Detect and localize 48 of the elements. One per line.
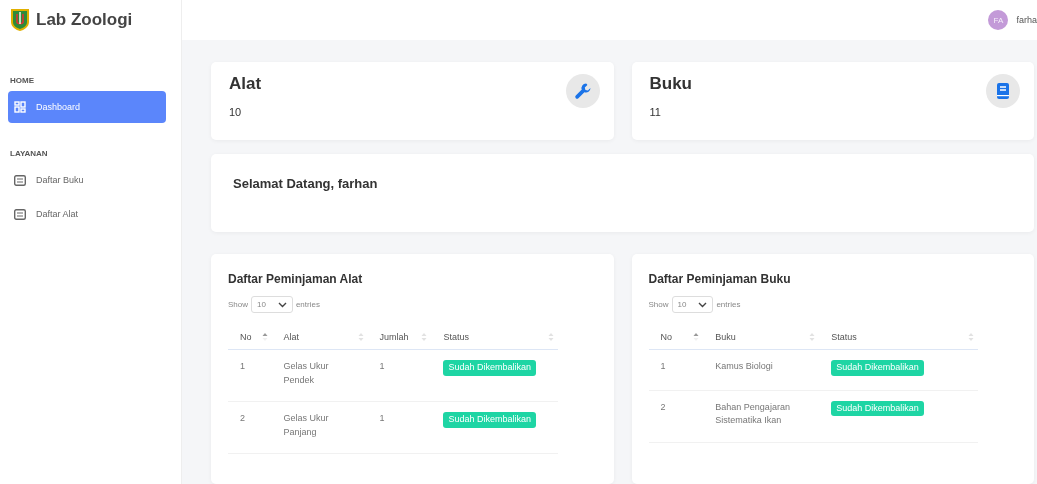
list-icon	[14, 208, 26, 220]
table-cell-text: Bahan Pengajaran Sistematika Ikan	[715, 400, 791, 428]
grid-icon	[14, 101, 26, 113]
list-icon	[14, 174, 26, 186]
entries-label: entries	[716, 300, 741, 309]
table-cell: 1	[240, 361, 245, 371]
table-cell-text: Gelas Ukur Panjang	[283, 412, 330, 439]
page-size-select[interactable]: 10	[671, 296, 714, 313]
shield-logo-icon	[10, 8, 30, 32]
table-cell: 2	[240, 413, 245, 423]
stat-title: Alat	[229, 74, 262, 94]
chevron-down-icon	[698, 301, 708, 308]
sidebar-item[interactable]: Daftar Buku	[8, 164, 166, 196]
welcome-text: Selamat Datang, farhan	[233, 175, 378, 191]
status-badge: Sudah Dikembalikan	[831, 400, 924, 417]
table-title: Daftar Peminjaman Alat	[228, 272, 364, 286]
table-cell: 2	[660, 401, 666, 412]
table-cell: 1	[379, 413, 385, 423]
entries-label: entries	[295, 300, 320, 309]
app-title: Lab Zoologi	[36, 10, 133, 30]
show-label: Show	[228, 300, 248, 309]
table-cell: 1	[660, 361, 666, 371]
table-cell-text: Kamus Biologi	[715, 360, 774, 373]
column-header[interactable]: Alat	[271, 325, 368, 350]
stat-value: 10	[229, 106, 243, 118]
page-size-select[interactable]: 10	[251, 296, 293, 313]
chevron-down-icon	[277, 301, 287, 308]
section-heading: HOME	[10, 76, 35, 85]
table-cell: 1	[379, 361, 385, 371]
column-header[interactable]: No	[228, 325, 272, 350]
user-name[interactable]: farha	[1016, 15, 1037, 25]
wrench-icon	[565, 74, 600, 108]
book-icon	[986, 74, 1020, 108]
stat-value: 11	[649, 106, 662, 118]
column-header[interactable]: No	[648, 325, 704, 350]
sidebar-item[interactable]: Daftar Alat	[8, 198, 166, 230]
show-label: Show	[648, 300, 669, 309]
status-badge: Sudah Dikembalikan	[443, 360, 536, 376]
column-header[interactable]: Status	[819, 325, 978, 350]
table-title: Daftar Peminjaman Buku	[648, 272, 792, 286]
section-heading: LAYANAN	[10, 149, 49, 158]
table-cell-text: Gelas Ukur Pendek	[283, 360, 330, 387]
column-header[interactable]: Status	[431, 325, 558, 350]
column-header[interactable]: Buku	[703, 325, 820, 350]
stat-title: Buku	[649, 74, 692, 94]
column-header[interactable]: Jumlah	[367, 325, 432, 350]
status-badge: Sudah Dikembalikan	[443, 412, 536, 428]
status-badge: Sudah Dikembalikan	[831, 360, 924, 376]
